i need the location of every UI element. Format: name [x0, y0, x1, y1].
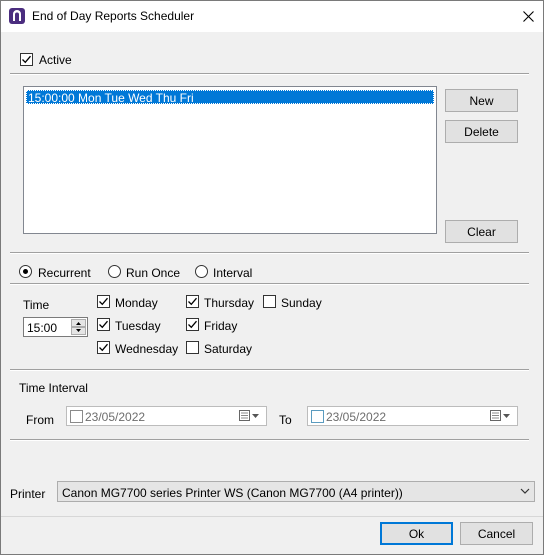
app-logo-icon	[9, 8, 25, 24]
monday-label: Monday	[115, 296, 158, 310]
chevron-down-icon	[520, 488, 530, 494]
new-button[interactable]: New	[445, 89, 518, 112]
separator	[10, 439, 529, 441]
friday-label: Friday	[204, 319, 238, 333]
interval-radio[interactable]	[195, 265, 208, 278]
schedule-listbox[interactable]: 15:00:00 Mon Tue Wed Thu Fri	[23, 86, 437, 234]
ok-button[interactable]: Ok	[380, 522, 453, 545]
recurrent-radio[interactable]	[19, 265, 32, 278]
checkmark-icon	[99, 343, 108, 352]
from-date-picker[interactable]: 23/05/2022	[66, 406, 267, 426]
time-label: Time	[23, 298, 50, 312]
sunday-label: Sunday	[281, 296, 322, 310]
close-icon	[522, 11, 534, 22]
wednesday-checkbox[interactable]	[97, 341, 110, 354]
from-date-value: 23/05/2022	[85, 410, 146, 424]
checkmark-icon	[22, 55, 31, 64]
to-date-value: 23/05/2022	[326, 410, 387, 424]
time-interval-heading: Time Interval	[19, 381, 88, 395]
run-once-label: Run Once	[126, 266, 181, 280]
monday-checkbox[interactable]	[97, 295, 110, 308]
friday-checkbox[interactable]	[186, 318, 199, 331]
tuesday-label: Tuesday	[115, 319, 161, 333]
schedule-list-item[interactable]: 15:00:00 Mon Tue Wed Thu Fri	[26, 90, 434, 105]
arrow-down-icon	[76, 329, 81, 332]
arrow-up-icon	[76, 322, 81, 325]
recurrent-label: Recurrent	[38, 266, 91, 280]
tuesday-checkbox[interactable]	[97, 318, 110, 331]
separator	[10, 73, 529, 75]
checkmark-icon	[188, 320, 197, 329]
active-checkbox[interactable]	[20, 53, 33, 66]
thursday-label: Thursday	[204, 296, 255, 310]
time-spinner[interactable]: 15:00	[23, 317, 88, 337]
run-once-radio[interactable]	[108, 265, 121, 278]
saturday-label: Saturday	[204, 342, 253, 356]
to-label: To	[279, 413, 292, 427]
to-date-picker[interactable]: 23/05/2022	[307, 406, 518, 426]
calendar-dropdown-icon	[239, 410, 259, 421]
separator	[10, 369, 529, 371]
cancel-button[interactable]: Cancel	[460, 522, 533, 545]
thursday-checkbox[interactable]	[186, 295, 199, 308]
spin-up-button[interactable]	[71, 319, 86, 327]
to-date-checkbox[interactable]	[311, 410, 324, 423]
separator	[10, 252, 529, 254]
title-bar: End of Day Reports Scheduler	[1, 1, 543, 32]
wednesday-label: Wednesday	[115, 342, 179, 356]
printer-select[interactable]: Canon MG7700 series Printer WS (Canon MG…	[57, 481, 535, 502]
separator	[10, 283, 529, 285]
sunday-checkbox[interactable]	[263, 295, 276, 308]
from-label: From	[26, 413, 54, 427]
from-date-checkbox[interactable]	[70, 410, 83, 423]
scheduler-dialog: End of Day Reports Scheduler Active 15:0…	[0, 0, 544, 555]
active-label: Active	[39, 53, 72, 67]
radio-selected-dot	[23, 269, 28, 274]
close-button[interactable]	[513, 1, 543, 32]
footer-separator	[1, 516, 543, 517]
printer-selected-value: Canon MG7700 series Printer WS (Canon MG…	[62, 486, 403, 500]
spin-down-button[interactable]	[71, 327, 86, 335]
clear-button[interactable]: Clear	[445, 220, 518, 243]
time-value: 15:00	[27, 321, 58, 335]
printer-label: Printer	[10, 487, 46, 501]
checkmark-icon	[99, 297, 108, 306]
checkmark-icon	[188, 297, 197, 306]
checkmark-icon	[99, 320, 108, 329]
calendar-dropdown-icon	[490, 410, 510, 421]
window-title: End of Day Reports Scheduler	[32, 9, 195, 23]
saturday-checkbox[interactable]	[186, 341, 199, 354]
delete-button[interactable]: Delete	[445, 120, 518, 143]
interval-label: Interval	[213, 266, 253, 280]
